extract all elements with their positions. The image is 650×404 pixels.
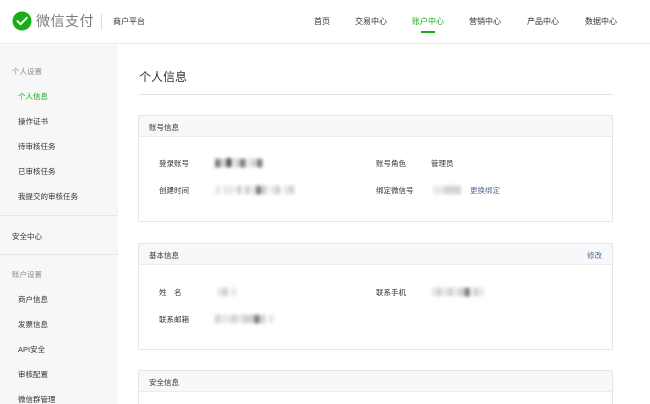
name-label: 姓 名 — [159, 288, 182, 297]
title-divider — [139, 94, 613, 95]
basic-info-card: 基本信息 修改 姓 名 ░▒ ░ 联系邮箱 ▒░░▒░▒▒▓▒ ░ 联系手机 ░… — [138, 243, 613, 350]
email-value: ▒░░▒░▒▒▓▒ ░ — [215, 314, 274, 323]
nav-trade-center[interactable]: 交易中心 — [355, 16, 387, 27]
nav-account-center[interactable]: 账户中心 — [412, 16, 444, 27]
login-account-label: 登录账号 — [159, 159, 189, 168]
nav-active-indicator — [421, 31, 435, 33]
card-header: 安全信息 — [139, 371, 612, 392]
sidebar-divider — [0, 254, 118, 255]
security-info-card: 安全信息 — [138, 370, 613, 404]
login-account-value: ▓▒█ ▒▓░▒▓ — [215, 158, 263, 167]
bound-wechat-value: ░░▒▒▒ — [433, 185, 462, 194]
card-title: 安全信息 — [149, 378, 179, 387]
sidebar-item-pending-review[interactable]: 待审核任务 — [18, 141, 56, 152]
card-header: 基本信息 修改 — [139, 244, 612, 265]
sidebar-group-account: 账户设置 — [12, 270, 42, 279]
nav-marketing-center[interactable]: 营销中心 — [469, 16, 501, 27]
sidebar-item-certificate[interactable]: 操作证书 — [18, 116, 48, 127]
bound-wechat-label: 绑定微信号 — [376, 186, 414, 195]
sidebar-item-review-config[interactable]: 审核配置 — [18, 369, 48, 380]
phone-label: 联系手机 — [376, 288, 406, 297]
page-title: 个人信息 — [139, 70, 188, 84]
name-value: ░▒ ░ — [217, 287, 237, 296]
sidebar: 个人设置 个人信息 操作证书 待审核任务 已审核任务 我提交的审核任务 安全中心… — [0, 45, 118, 404]
email-label: 联系邮箱 — [159, 315, 189, 324]
nav-data-center[interactable]: 数据中心 — [585, 16, 617, 27]
card-title: 账号信息 — [149, 123, 179, 132]
edit-link[interactable]: 修改 — [587, 250, 602, 261]
phone-value: ░▒░▒░▒▓ ▒░ — [431, 287, 485, 296]
sidebar-item-merchant-info[interactable]: 商户信息 — [18, 294, 48, 305]
account-info-card: 账号信息 登录账号 ▓▒█ ▒▓░▒▓ 创建时间 ░ ░░ ▒ ▒░▓▒ ░▒ … — [138, 115, 613, 222]
sidebar-item-wechat-group[interactable]: 微信群管理 — [18, 394, 56, 404]
account-role-label: 账号角色 — [376, 159, 406, 168]
change-binding-link[interactable]: 更换绑定 — [470, 185, 500, 196]
card-header: 账号信息 — [139, 116, 612, 137]
main-nav: 首页 交易中心 账户中心 营销中心 产品中心 数据中心 — [0, 0, 650, 44]
sidebar-item-personal-info[interactable]: 个人信息 — [18, 91, 48, 102]
sidebar-item-my-submitted[interactable]: 我提交的审核任务 — [18, 191, 78, 202]
sidebar-item-api-security[interactable]: API安全 — [18, 344, 45, 355]
sidebar-item-reviewed[interactable]: 已审核任务 — [18, 166, 56, 177]
nav-home[interactable]: 首页 — [314, 16, 330, 27]
sidebar-item-security-center[interactable]: 安全中心 — [12, 231, 42, 242]
sidebar-group-personal: 个人设置 — [12, 67, 42, 76]
created-time-label: 创建时间 — [159, 186, 189, 195]
top-header: 微信支付 商户平台 首页 交易中心 账户中心 营销中心 产品中心 数据中心 — [0, 0, 650, 44]
created-time-value: ░ ░░ ▒ ▒░▓▒ ░▒ ░▒ — [215, 185, 295, 194]
account-role-value: 管理员 — [431, 159, 454, 168]
sidebar-divider — [0, 215, 118, 216]
nav-product-center[interactable]: 产品中心 — [527, 16, 559, 27]
card-title: 基本信息 — [149, 251, 179, 260]
sidebar-item-invoice-info[interactable]: 发票信息 — [18, 319, 48, 330]
